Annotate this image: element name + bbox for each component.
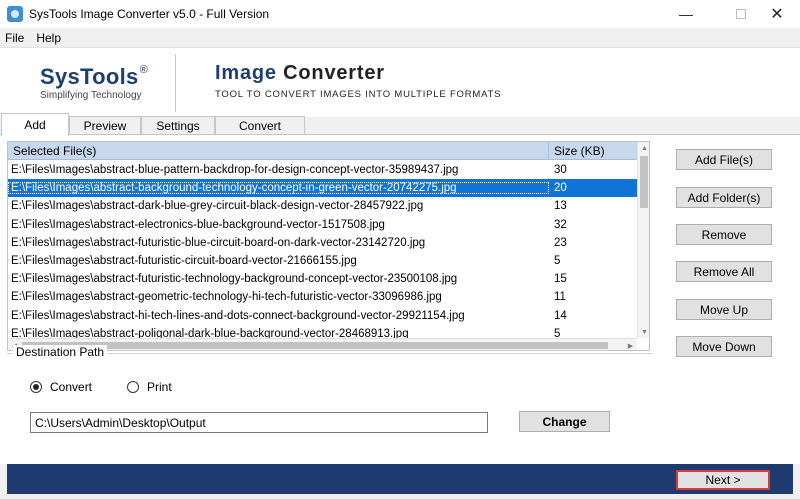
file-size: 20 [554,182,567,195]
scroll-down-icon[interactable]: ▼ [638,326,649,338]
scroll-up-icon[interactable]: ▲ [638,142,649,154]
file-size: 5 [554,255,561,268]
destination-path-label: Destination Path [13,345,108,359]
table-row[interactable]: E:\Files\Images\abstract-futuristic-blue… [8,234,637,252]
brand-tagline: Simplifying Technology [40,90,142,101]
product-title: Image Converter [215,62,385,84]
table-row[interactable]: E:\Files\Images\abstract-dark-blue-grey-… [8,197,637,215]
banner-divider [175,54,176,112]
table-row[interactable]: E:\Files\Images\abstract-geometric-techn… [8,288,637,306]
radio-print-label: Print [147,380,172,394]
file-size: 23 [554,236,567,249]
file-size: 32 [554,218,567,231]
add-folder-button[interactable]: Add Folder(s) [676,187,772,208]
file-path: E:\Files\Images\abstract-dark-blue-grey-… [11,200,424,213]
minimize-button[interactable]: — [663,0,709,28]
menu-bar: File Help [0,28,800,47]
table-row[interactable]: E:\Files\Images\abstract-blue-pattern-ba… [8,161,637,179]
file-path: E:\Files\Images\abstract-futuristic-circ… [11,255,357,268]
table-row[interactable]: E:\Files\Images\abstract-hi-tech-lines-a… [8,307,637,325]
tab-settings[interactable]: Settings [141,116,215,135]
radio-print-circle[interactable] [127,381,139,393]
table-row[interactable]: E:\Files\Images\abstract-futuristic-circ… [8,252,637,270]
tab-add[interactable]: Add [1,113,69,136]
change-button[interactable]: Change [519,411,610,432]
radio-convert-circle[interactable] [30,381,42,393]
minimize-icon: — [679,6,693,22]
horizontal-scroll-thumb[interactable] [22,342,608,349]
remove-button[interactable]: Remove [676,224,772,245]
menu-file[interactable]: File [0,31,31,45]
file-path: E:\Files\Images\abstract-futuristic-tech… [11,273,458,286]
systools-logo: SysTools® Simplifying Technology [40,64,148,101]
file-path: E:\Files\Images\abstract-futuristic-blue… [11,236,426,249]
close-button[interactable]: ✕ [754,0,800,28]
registered-mark: ® [139,64,148,76]
file-list-header: Selected File(s) Size (KB) [8,142,637,160]
window-title: SysTools Image Converter v5.0 - Full Ver… [29,7,270,21]
file-size: 15 [554,273,567,286]
file-path: E:\Files\Images\abstract-background-tech… [8,182,549,195]
table-row[interactable]: E:\Files\Images\abstract-electronics-blu… [8,216,637,234]
file-path: E:\Files\Images\abstract-blue-pattern-ba… [11,164,459,177]
file-path: E:\Files\Images\abstract-geometric-techn… [11,291,442,304]
file-path: E:\Files\Images\abstract-hi-tech-lines-a… [11,309,465,322]
menu-help[interactable]: Help [31,31,68,45]
tab-preview[interactable]: Preview [69,116,141,135]
brand-name: SysTools® [40,64,148,89]
column-header-size[interactable]: Size (KB) [549,144,605,158]
destination-path-input[interactable] [30,412,488,433]
radio-convert-label: Convert [50,380,93,394]
header-banner: SysTools® Simplifying Technology Image C… [0,47,800,117]
remove-all-button[interactable]: Remove All [676,261,772,282]
next-button[interactable]: Next > [676,470,770,490]
radio-convert[interactable]: Convert [30,380,92,394]
file-size: 30 [554,164,567,177]
vertical-scroll-thumb[interactable] [640,156,648,208]
maximize-icon [736,9,746,19]
app-icon [7,6,23,22]
vertical-scrollbar[interactable]: ▲ ▼ [637,142,649,338]
file-size: 14 [554,309,567,322]
destination-path-group: Destination Path Convert Print Change [7,345,653,461]
file-size: 13 [554,200,567,213]
radio-print[interactable]: Print [127,380,172,394]
product-subtitle: TOOL TO CONVERT IMAGES INTO MULTIPLE FOR… [215,89,502,100]
file-list[interactable]: Selected File(s) Size (KB) E:\Files\Imag… [7,141,650,351]
add-files-button[interactable]: Add File(s) [676,149,772,170]
tab-strip: Add Preview Settings Convert [0,113,800,136]
file-list-rows: E:\Files\Images\abstract-blue-pattern-ba… [8,161,637,343]
column-header-file[interactable]: Selected File(s) [8,142,549,159]
table-row[interactable]: E:\Files\Images\abstract-futuristic-tech… [8,270,637,288]
move-up-button[interactable]: Move Up [676,299,772,320]
close-icon: ✕ [770,6,784,23]
scroll-right-icon[interactable]: ▶ [624,339,637,350]
move-down-button[interactable]: Move Down [676,336,772,357]
file-size: 11 [554,291,566,304]
file-path: E:\Files\Images\abstract-electronics-blu… [11,218,385,231]
tab-convert[interactable]: Convert [215,116,305,135]
table-row-selected[interactable]: E:\Files\Images\abstract-background-tech… [8,179,637,198]
